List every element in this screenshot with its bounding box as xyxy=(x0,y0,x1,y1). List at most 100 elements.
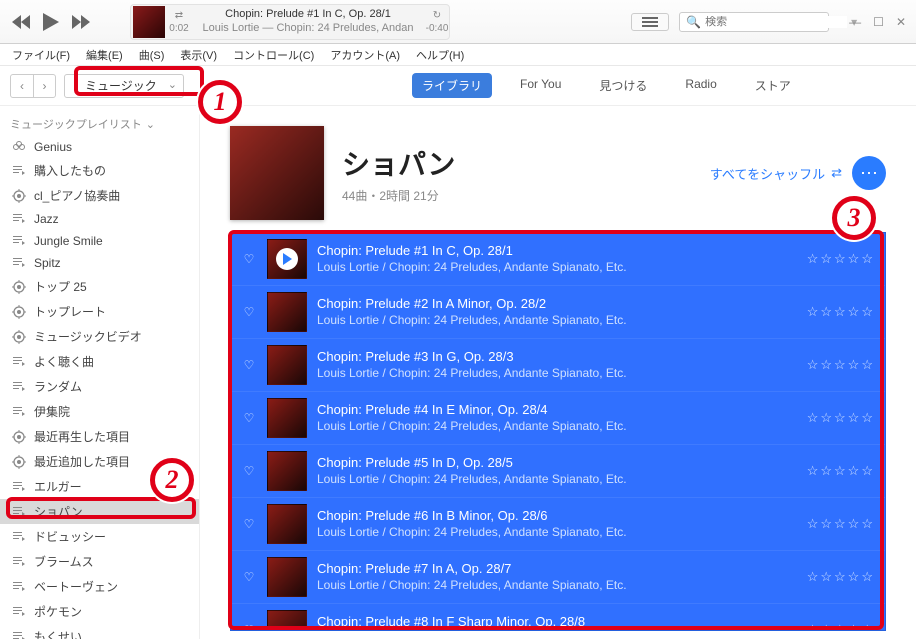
track-row[interactable]: ♡Chopin: Prelude #1 In C, Op. 28/1Louis … xyxy=(231,233,885,286)
menu-edit[interactable]: 編集(E) xyxy=(80,45,129,65)
tab-browse[interactable]: 見つける xyxy=(589,73,657,98)
love-button[interactable]: ♡ xyxy=(241,411,257,425)
sidebar-item[interactable]: cl_ピアノ協奏曲 xyxy=(0,183,199,208)
shuffle-all-button[interactable]: すべてをシャッフル ⇄ xyxy=(710,164,842,183)
more-button[interactable]: ⋯ xyxy=(852,156,886,190)
smart-icon xyxy=(12,455,26,469)
love-button[interactable]: ♡ xyxy=(241,305,257,319)
nav-forward-button[interactable]: › xyxy=(33,75,55,97)
track-row[interactable]: ♡Chopin: Prelude #7 In A, Op. 28/7Louis … xyxy=(231,551,885,604)
sidebar-item[interactable]: Jazz xyxy=(0,208,199,230)
sidebar-item-label: もくせい xyxy=(34,628,82,639)
sidebar-item[interactable]: 伊集院 xyxy=(0,399,199,424)
track-row[interactable]: ♡Chopin: Prelude #5 In D, Op. 28/5Louis … xyxy=(231,445,885,498)
sidebar-item[interactable]: トップレート xyxy=(0,299,199,324)
up-next-button[interactable] xyxy=(631,13,669,31)
sidebar-item-label: Jungle Smile xyxy=(34,234,103,248)
tab-library[interactable]: ライブラリ xyxy=(412,73,492,98)
sidebar-item[interactable]: もくせい xyxy=(0,624,199,639)
sidebar: ミュージックプレイリスト ⌄ Genius購入したものcl_ピアノ協奏曲Jazz… xyxy=(0,106,200,639)
track-title: Chopin: Prelude #4 In E Minor, Op. 28/4 xyxy=(317,402,797,419)
repeat-icon[interactable]: ↻ xyxy=(433,10,441,21)
rating-stars[interactable]: ☆☆☆☆☆ xyxy=(807,516,875,532)
track-artwork[interactable] xyxy=(267,504,307,544)
tab-foryou[interactable]: For You xyxy=(510,73,571,98)
previous-button[interactable] xyxy=(8,9,34,35)
close-button[interactable]: ✕ xyxy=(894,13,908,31)
track-row[interactable]: ♡ Chopin: Prelude #4 In E Minor, Op. 28/4… xyxy=(231,392,885,445)
rating-stars[interactable]: ☆☆☆☆☆ xyxy=(807,251,875,267)
track-artwork[interactable] xyxy=(267,557,307,597)
love-button[interactable]: ♡ xyxy=(241,464,257,478)
track-row[interactable]: ♡Chopin: Prelude #8 In F Sharp Minor, Op… xyxy=(231,604,885,631)
category-label: ミュージック xyxy=(85,77,157,94)
rating-stars[interactable]: ☆☆☆☆☆ xyxy=(807,357,875,373)
remaining-time: -0:40 xyxy=(426,23,449,34)
menu-control[interactable]: コントロール(C) xyxy=(227,45,320,65)
maximize-button[interactable]: ☐ xyxy=(871,13,886,31)
sidebar-item[interactable]: 最近再生した項目 xyxy=(0,424,199,449)
sidebar-item[interactable]: よく聴く曲 xyxy=(0,349,199,374)
playlist-title: ショパン xyxy=(342,143,692,183)
track-artwork[interactable] xyxy=(267,451,307,491)
play-button[interactable] xyxy=(38,9,64,35)
track-row[interactable]: ♡Chopin: Prelude #3 In G, Op. 28/3Louis … xyxy=(231,339,885,392)
nav-arrows: ‹ › xyxy=(10,74,56,98)
track-artist: Louis Lortie / Chopin: 24 Preludes, Anda… xyxy=(317,525,797,541)
sidebar-item[interactable]: ドビュッシー xyxy=(0,524,199,549)
sidebar-item[interactable]: 購入したもの xyxy=(0,158,199,183)
track-artwork[interactable] xyxy=(267,345,307,385)
rating-stars[interactable]: ☆☆☆☆☆ xyxy=(807,622,875,631)
tab-radio[interactable]: Radio xyxy=(675,73,726,98)
sidebar-item[interactable]: Spitz xyxy=(0,252,199,274)
search-input[interactable] xyxy=(705,16,847,28)
rating-stars[interactable]: ☆☆☆☆☆ xyxy=(807,569,875,585)
sidebar-heading[interactable]: ミュージックプレイリスト ⌄ xyxy=(0,112,199,136)
sidebar-item[interactable]: ベートーヴェン xyxy=(0,574,199,599)
love-button[interactable]: ♡ xyxy=(241,252,257,266)
sidebar-item[interactable]: ブラームス xyxy=(0,549,199,574)
track-artist: Louis Lortie / Chopin: 24 Preludes, Anda… xyxy=(317,472,797,488)
playlist-icon xyxy=(12,505,26,519)
track-row[interactable]: ♡Chopin: Prelude #6 In B Minor, Op. 28/6… xyxy=(231,498,885,551)
rating-stars[interactable]: ☆☆☆☆☆ xyxy=(807,463,875,479)
menu-account[interactable]: アカウント(A) xyxy=(324,45,406,65)
track-row[interactable]: ♡Chopin: Prelude #2 In A Minor, Op. 28/2… xyxy=(231,286,885,339)
nav-back-button[interactable]: ‹ xyxy=(11,75,33,97)
menu-help[interactable]: ヘルプ(H) xyxy=(410,45,470,65)
sidebar-item[interactable]: Genius xyxy=(0,136,199,158)
sidebar-item[interactable]: ポケモン xyxy=(0,599,199,624)
love-button[interactable]: ♡ xyxy=(241,358,257,372)
minimize-button[interactable]: — xyxy=(847,13,863,31)
track-artwork[interactable] xyxy=(267,610,307,631)
love-button[interactable]: ♡ xyxy=(241,623,257,631)
now-playing-panel: ⇄ 0:02 Chopin: Prelude #1 In C, Op. 28/1… xyxy=(130,4,450,40)
love-button[interactable]: ♡ xyxy=(241,517,257,531)
tab-store[interactable]: ストア xyxy=(745,73,801,98)
sidebar-item[interactable]: ランダム xyxy=(0,374,199,399)
category-dropdown[interactable]: ♪ ミュージック xyxy=(64,74,184,98)
search-box[interactable]: 🔍 ▾ xyxy=(679,12,829,32)
smart-icon xyxy=(12,305,26,319)
menu-song[interactable]: 曲(S) xyxy=(133,45,171,65)
rating-stars[interactable]: ☆☆☆☆☆ xyxy=(807,304,875,320)
smart-icon xyxy=(12,280,26,294)
next-button[interactable] xyxy=(68,9,94,35)
sidebar-item[interactable]: ミュージックビデオ xyxy=(0,324,199,349)
main: ミュージックプレイリスト ⌄ Genius購入したものcl_ピアノ協奏曲Jazz… xyxy=(0,106,916,639)
elapsed-time: 0:02 xyxy=(169,23,188,34)
track-artwork[interactable] xyxy=(267,292,307,332)
menu-file[interactable]: ファイル(F) xyxy=(6,45,76,65)
sidebar-item-label: 伊集院 xyxy=(34,403,70,420)
shuffle-icon[interactable]: ⇄ xyxy=(175,10,183,21)
playlist-icon xyxy=(12,555,26,569)
track-artwork[interactable] xyxy=(267,239,307,279)
track-artwork[interactable] xyxy=(267,398,307,438)
sidebar-item[interactable]: ショパン xyxy=(0,499,199,524)
rating-stars[interactable]: ☆☆☆☆☆ xyxy=(807,410,875,426)
sidebar-item[interactable]: トップ 25 xyxy=(0,274,199,299)
menu-view[interactable]: 表示(V) xyxy=(174,45,223,65)
love-button[interactable]: ♡ xyxy=(241,570,257,584)
playlist-icon xyxy=(12,405,26,419)
sidebar-item[interactable]: Jungle Smile xyxy=(0,230,199,252)
